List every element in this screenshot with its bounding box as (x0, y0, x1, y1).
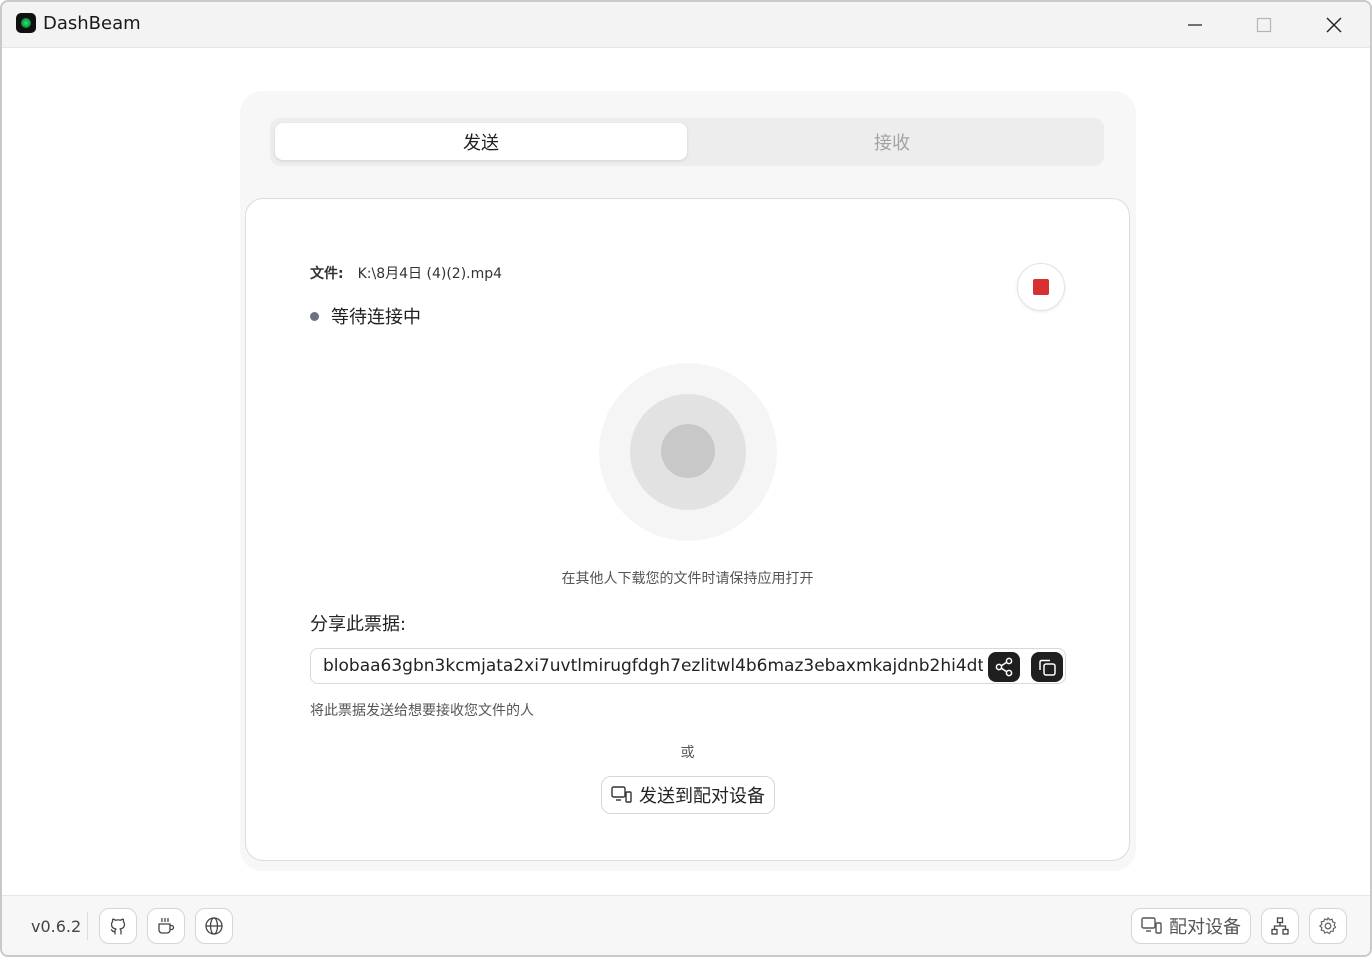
app-logo-icon (16, 13, 36, 33)
gear-icon (1319, 917, 1337, 935)
keep-open-notice: 在其他人下载您的文件时请保持应用打开 (561, 571, 814, 587)
maximize-button[interactable] (1234, 2, 1294, 48)
share-ticket-label: 分享此票据: (310, 614, 407, 635)
main-panel: 发送 接收 文件: K:\8月4日 (4)(2).mp4 等待连接中 在其他人下载… (240, 91, 1136, 871)
title-bar[interactable]: DashBeam (2, 2, 1370, 48)
file-path: K:\8月4日 (4)(2).mp4 (357, 266, 503, 282)
file-info: 文件: K:\8月4日 (4)(2).mp4 (310, 263, 502, 283)
tab-send[interactable]: 发送 (275, 123, 687, 160)
ticket-field[interactable]: blobaa63gbn3kcmjata2xi7uvtlmirugfdgh7ezl… (310, 648, 1066, 684)
waiting-pulse-core (661, 424, 715, 478)
website-button[interactable] (195, 908, 233, 944)
paired-devices-button[interactable]: 配对设备 (1131, 908, 1251, 944)
send-to-paired-label: 发送到配对设备 (639, 786, 765, 807)
network-icon (1271, 917, 1289, 935)
copy-ticket-button[interactable] (1031, 652, 1063, 682)
coffee-button[interactable] (147, 908, 185, 944)
app-title: DashBeam (43, 13, 141, 34)
minimize-button[interactable] (1165, 2, 1225, 48)
send-card: 文件: K:\8月4日 (4)(2).mp4 等待连接中 在其他人下载您的文件时请… (245, 198, 1130, 861)
coffee-icon (158, 917, 175, 934)
share-icon (995, 657, 1013, 677)
paired-devices-label: 配对设备 (1169, 917, 1241, 938)
close-icon (1326, 17, 1342, 33)
paired-device-icon (611, 786, 632, 803)
footer-divider (87, 912, 88, 940)
copy-icon (1039, 659, 1056, 676)
stop-icon (1033, 279, 1049, 295)
stop-sharing-button[interactable] (1017, 263, 1065, 311)
status-dot-icon (310, 311, 319, 321)
share-ticket-button[interactable] (988, 652, 1020, 682)
tab-receive[interactable]: 接收 (686, 123, 1098, 160)
send-to-paired-device-button[interactable]: 发送到配对设备 (601, 776, 775, 814)
ticket-value[interactable]: blobaa63gbn3kcmjata2xi7uvtlmirugfdgh7ezl… (323, 656, 983, 676)
status-text: 等待连接中 (331, 307, 421, 328)
github-icon (110, 918, 126, 935)
globe-icon (205, 917, 223, 935)
ticket-hint: 将此票据发送给想要接收您文件的人 (310, 703, 534, 719)
close-button[interactable] (1304, 2, 1364, 48)
or-separator: 或 (680, 745, 695, 761)
network-button[interactable] (1261, 908, 1299, 944)
footer-bar: v0.6.2 配对设备 (2, 895, 1370, 955)
app-window: DashBeam 发送 接收 文件: K:\8月4日 (4)(2).mp4 等待连… (0, 0, 1372, 957)
minimize-icon (1188, 24, 1202, 26)
connection-status: 等待连接中 (310, 303, 421, 329)
github-button[interactable] (99, 908, 137, 944)
maximize-icon (1256, 17, 1272, 33)
version-label: v0.6.2 (31, 917, 82, 936)
file-label: 文件: (310, 266, 344, 282)
settings-button[interactable] (1309, 908, 1347, 944)
mode-tabs: 发送 接收 (270, 118, 1104, 166)
paired-device-icon (1141, 917, 1162, 934)
